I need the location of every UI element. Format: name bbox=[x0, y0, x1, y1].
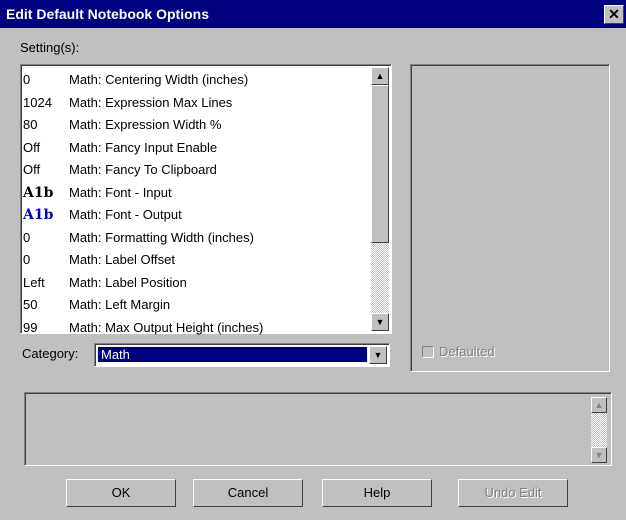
list-item[interactable]: 0 Math: Formatting Width (inches) bbox=[23, 227, 367, 250]
list-item[interactable]: 80 Math: Expression Width % bbox=[23, 114, 367, 137]
title-bar: Edit Default Notebook Options ✕ bbox=[0, 0, 626, 28]
scrollbar-thumb[interactable] bbox=[371, 85, 389, 243]
setting-value: 80 bbox=[23, 117, 38, 132]
scroll-down-icon: ▼ bbox=[594, 450, 604, 460]
settings-list: 0 Math: Centering Width (inches) 1024 Math:… bbox=[23, 69, 367, 339]
settings-label: Setting(s): bbox=[20, 40, 80, 55]
list-item[interactable]: 1024 Math: Expression Max Lines bbox=[23, 92, 367, 115]
setting-value: Off bbox=[23, 162, 41, 177]
setting-value: Off bbox=[23, 139, 41, 155]
settings-listbox[interactable]: 0 Math: Centering Width (inches) 1024 Math:… bbox=[20, 64, 392, 335]
close-button[interactable]: ✕ bbox=[604, 5, 624, 24]
list-item[interactable]: A1b Math: Font - Output bbox=[23, 204, 367, 227]
setting-value: 50 bbox=[23, 297, 38, 312]
list-item[interactable]: Left Math: Label Position bbox=[23, 272, 367, 295]
window-title: Edit Default Notebook Options bbox=[6, 6, 209, 22]
setting-value: 1024 bbox=[23, 94, 52, 110]
list-item[interactable]: 0 Math: Label Offset bbox=[23, 249, 367, 272]
list-item[interactable]: Off Math: Fancy Input Enable bbox=[23, 137, 367, 160]
setting-value: 0 bbox=[23, 72, 31, 87]
list-item[interactable]: Off Math: Fancy To Clipboard bbox=[23, 159, 367, 182]
setting-name: Math: Left Margin bbox=[69, 297, 171, 312]
chevron-down-icon: ▼ bbox=[373, 350, 383, 360]
setting-name: Math: Expression Max Lines bbox=[69, 94, 233, 110]
setting-name: Math: Font - Input bbox=[69, 184, 172, 200]
setting-name: Math: Expression Width % bbox=[69, 117, 222, 132]
setting-name: Math: Max Output Height (inches) bbox=[69, 319, 264, 335]
category-dropdown-button[interactable]: ▼ bbox=[369, 346, 387, 364]
settings-scrollbar[interactable]: ▲ ▼ bbox=[371, 67, 389, 331]
category-label: Category: bbox=[22, 346, 79, 361]
setting-value: A1b bbox=[23, 184, 54, 201]
description-scroll-down-button[interactable]: ▼ bbox=[591, 447, 607, 463]
ok-button[interactable]: OK bbox=[66, 479, 176, 507]
help-button[interactable]: Help bbox=[322, 479, 432, 507]
defaulted-label: Defaulted bbox=[439, 344, 495, 359]
close-icon: ✕ bbox=[608, 6, 620, 22]
setting-editor-pane bbox=[410, 64, 610, 372]
setting-value: 0 bbox=[23, 252, 31, 267]
list-item[interactable]: A1b Math: Font - Input bbox=[23, 182, 367, 205]
category-select[interactable]: Math ▼ bbox=[94, 343, 390, 367]
description-scrollbar-track[interactable] bbox=[591, 413, 607, 447]
description-box: ▲ ▼ bbox=[24, 392, 612, 466]
setting-name: Math: Formatting Width (inches) bbox=[69, 229, 254, 245]
description-scrollbar[interactable]: ▲ ▼ bbox=[591, 397, 607, 463]
setting-name: Math: Fancy To Clipboard bbox=[69, 162, 217, 177]
defaulted-checkbox[interactable]: Defaulted bbox=[422, 344, 495, 359]
setting-name: Math: Fancy Input Enable bbox=[69, 139, 218, 155]
scroll-up-button[interactable]: ▲ bbox=[371, 67, 389, 85]
list-item[interactable]: 50 Math: Left Margin bbox=[23, 294, 367, 317]
setting-value: 99 bbox=[23, 319, 38, 335]
scroll-up-icon: ▲ bbox=[375, 71, 385, 81]
list-item[interactable]: 99 Math: Max Output Height (inches) bbox=[23, 317, 367, 340]
list-item[interactable]: 0 Math: Centering Width (inches) bbox=[23, 69, 367, 92]
setting-name: Math: Label Offset bbox=[69, 252, 175, 267]
undo-edit-button[interactable]: Undo Edit bbox=[458, 479, 568, 507]
setting-name: Math: Centering Width (inches) bbox=[69, 72, 249, 87]
setting-name: Math: Label Position bbox=[69, 274, 187, 290]
checkbox-box[interactable] bbox=[422, 346, 434, 358]
cancel-button[interactable]: Cancel bbox=[193, 479, 303, 507]
scroll-down-button[interactable]: ▼ bbox=[371, 313, 389, 331]
description-scroll-up-button[interactable]: ▲ bbox=[591, 397, 607, 413]
setting-value: 0 bbox=[23, 229, 31, 245]
setting-name: Math: Font - Output bbox=[69, 207, 182, 222]
scroll-down-icon: ▼ bbox=[375, 317, 385, 327]
setting-value: Left bbox=[23, 274, 45, 290]
category-selected-value[interactable]: Math bbox=[97, 346, 368, 363]
setting-value: A1b bbox=[23, 207, 54, 223]
scroll-up-icon: ▲ bbox=[594, 400, 604, 410]
